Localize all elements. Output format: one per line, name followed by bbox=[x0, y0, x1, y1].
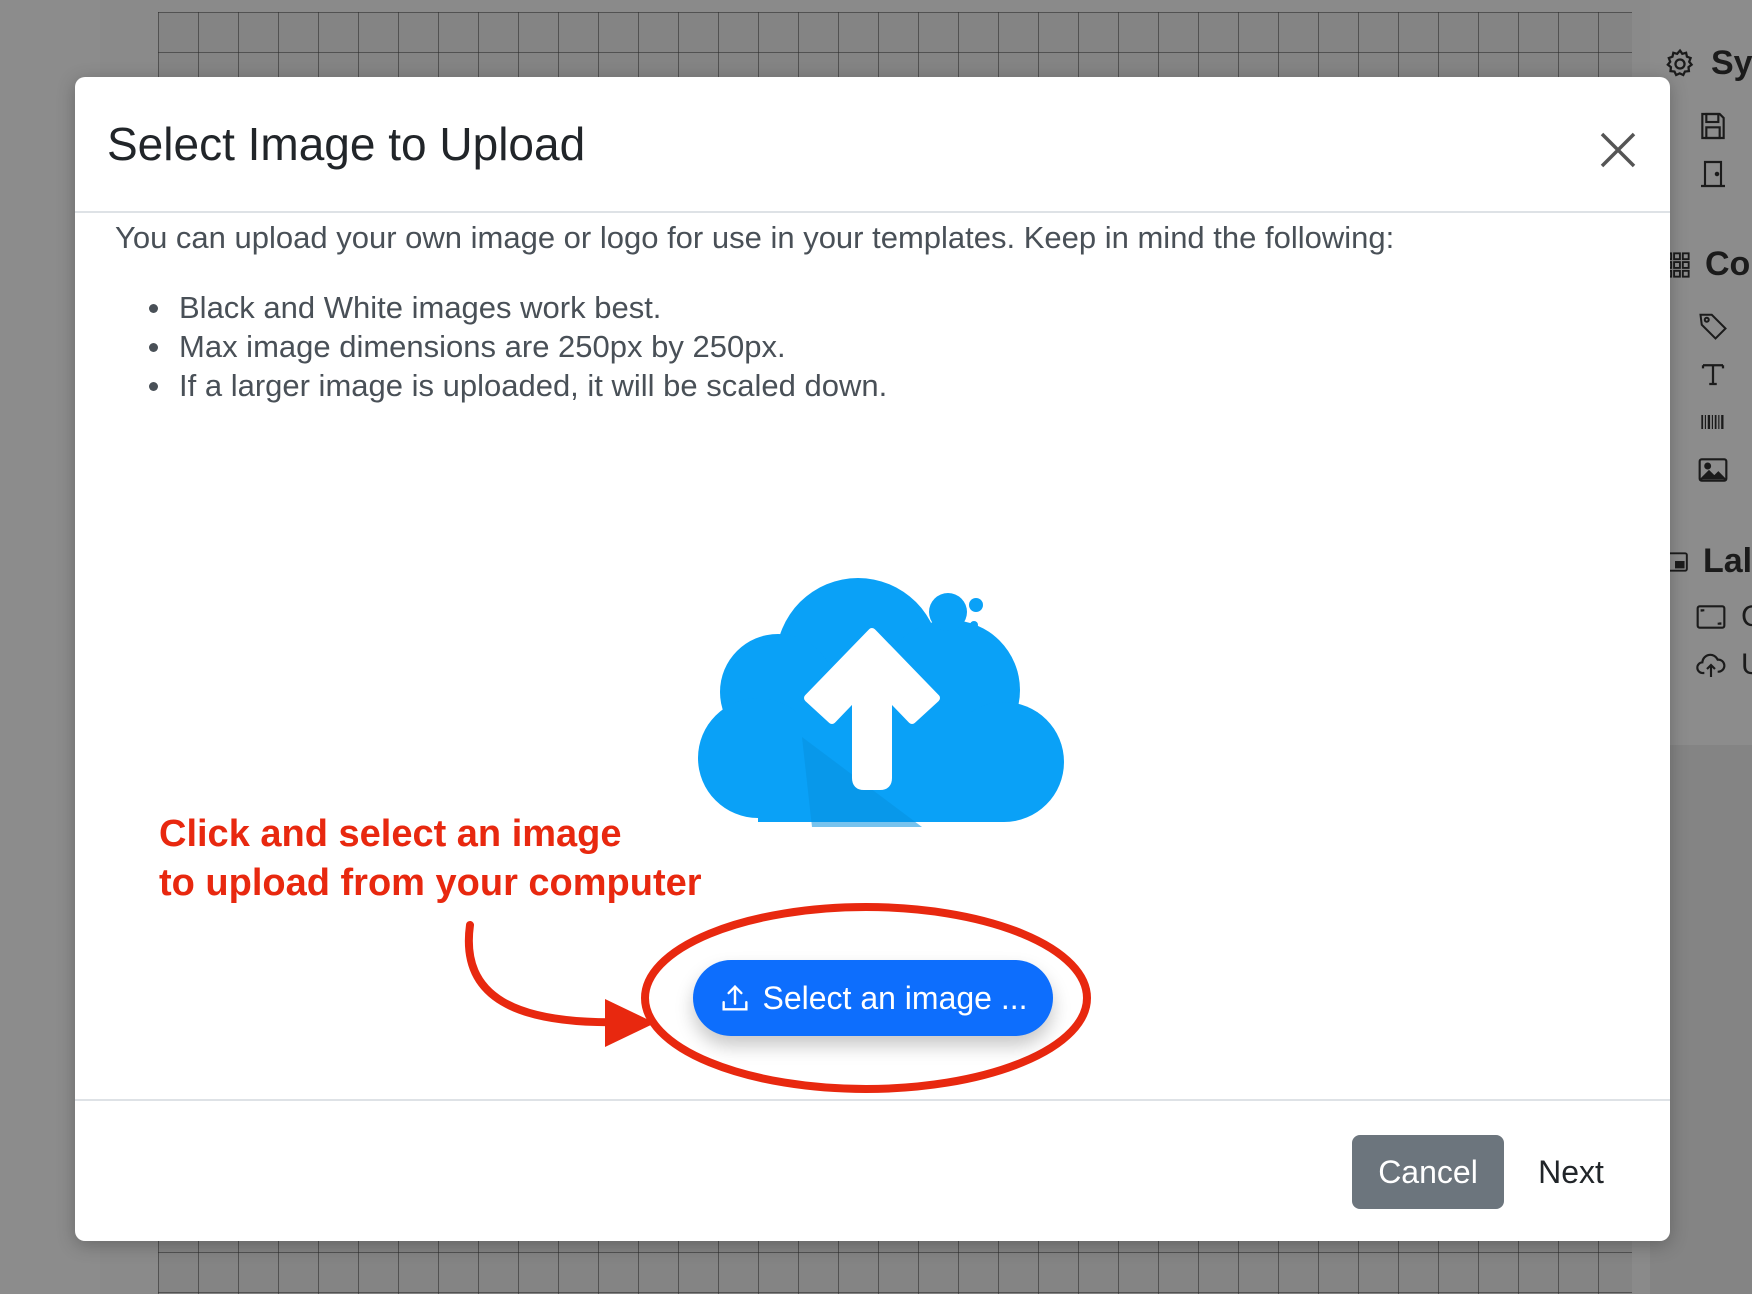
sidebar-section-system[interactable]: Sy bbox=[1663, 44, 1752, 83]
tools-sidebar: Sy Co Lal C U bbox=[1660, 0, 1752, 700]
modal-title: Select Image to Upload bbox=[107, 118, 586, 170]
upload-instructions: You can upload your own image or logo fo… bbox=[115, 220, 1395, 255]
sidebar-section-label[interactable]: Lal bbox=[1663, 542, 1752, 581]
save-icon[interactable] bbox=[1695, 108, 1731, 144]
cloud-upload-illustration bbox=[698, 578, 1064, 827]
close-icon bbox=[1600, 132, 1636, 168]
sidebar-item-upload-label: U bbox=[1741, 648, 1752, 681]
sidebar-section-components-label: Co bbox=[1705, 245, 1751, 283]
list-item: If a larger image is uploaded, it will b… bbox=[148, 368, 888, 403]
annotation-line-1: Click and select an image bbox=[159, 813, 622, 855]
modal-footer: Cancel Next bbox=[75, 1099, 1670, 1241]
sidebar-section-system-label: Sy bbox=[1711, 44, 1752, 82]
select-image-button-label: Select an image ... bbox=[762, 979, 1028, 1016]
text-icon[interactable] bbox=[1695, 356, 1731, 392]
list-item: Black and White images work best. bbox=[148, 288, 887, 327]
modal-header: Select Image to Upload bbox=[75, 77, 1670, 213]
barcode-icon[interactable] bbox=[1695, 404, 1731, 440]
select-image-button[interactable]: Select an image ... bbox=[693, 960, 1053, 1036]
cancel-button[interactable]: Cancel bbox=[1352, 1135, 1504, 1209]
gear-icon bbox=[1663, 47, 1697, 81]
cloud-upload-icon bbox=[1695, 649, 1727, 681]
close-button[interactable] bbox=[1590, 122, 1646, 178]
annotation-callout: Click and select an image to upload from… bbox=[159, 810, 702, 908]
annotation-line-2: to upload from your computer bbox=[159, 862, 702, 904]
image-icon[interactable] bbox=[1695, 452, 1731, 488]
frame-icon bbox=[1695, 601, 1727, 633]
sidebar-item-c[interactable]: C bbox=[1695, 600, 1752, 634]
upload-icon bbox=[722, 984, 749, 1011]
sidebar-section-label-label: Lal bbox=[1703, 542, 1752, 580]
sidebar-item-upload[interactable]: U bbox=[1695, 648, 1752, 682]
upload-image-modal: Select Image to Upload You can upload yo… bbox=[75, 77, 1670, 1241]
door-exit-icon[interactable] bbox=[1695, 156, 1731, 192]
sidebar-item-c-label: C bbox=[1741, 600, 1752, 633]
tag-icon[interactable] bbox=[1695, 308, 1731, 344]
upload-notes-list: Black and White images work best. Max im… bbox=[148, 288, 888, 405]
next-button[interactable]: Next bbox=[1521, 1135, 1621, 1209]
sidebar-section-components[interactable]: Co bbox=[1663, 245, 1750, 284]
list-item: Max image dimensions are 250px by 250px. bbox=[148, 327, 887, 366]
